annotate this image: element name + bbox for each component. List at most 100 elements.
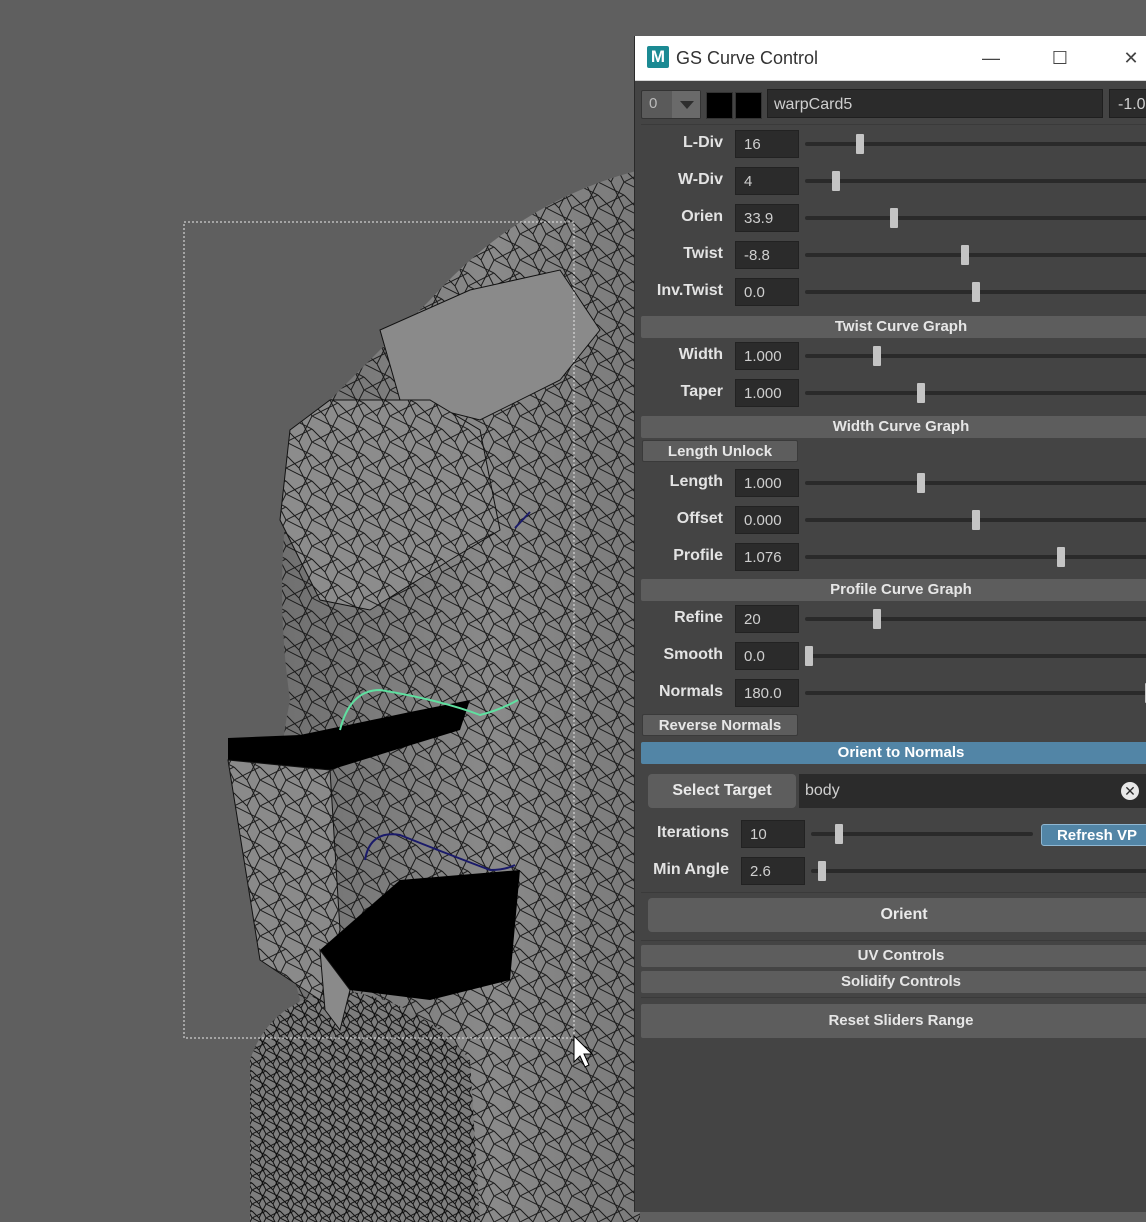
window-title: GS Curve Control [676,48,819,68]
inv-twist-track[interactable] [805,282,1146,302]
profile-label: Profile [673,547,723,564]
orien-slider-handle[interactable] [890,208,898,228]
orient-button[interactable]: Orient [648,898,1146,932]
min-angle-label: Min Angle [653,861,729,878]
gs-curve-control-window: M GS Curve Control — ☐ ✕ 0 warpCard5 -1.… [634,36,1146,1212]
smooth-slider-row: Smooth 0.0 [635,642,1146,672]
length-label: Length [669,473,723,490]
normals-label: Normals [658,683,723,700]
width-slider-handle[interactable] [873,346,881,366]
clear-icon[interactable]: ✕ [1121,782,1139,800]
twist-track[interactable] [805,245,1146,265]
refine-slider-row: Refine 20 [635,605,1146,635]
maximize-icon[interactable]: ☐ [1046,44,1074,72]
curve-extra-field[interactable]: -1.0 [1109,89,1146,118]
orien-label: Orien [681,208,723,225]
width-field[interactable]: 1.000 [735,342,799,370]
profile-slider-handle[interactable] [1056,547,1065,567]
length-track[interactable] [805,473,1146,493]
refine-slider-handle[interactable] [873,609,881,629]
profile-field[interactable]: 1.076 [735,543,799,571]
reverse-normals-button[interactable]: Reverse Normals [642,714,798,736]
min-angle-field[interactable]: 2.6 [741,857,805,885]
taper-label: Taper [680,383,723,400]
orient-to-normals-header[interactable]: Orient to Normals [641,742,1146,764]
title-bar[interactable]: M GS Curve Control — ☐ ✕ [635,36,1146,81]
twist-label: Twist [683,245,723,262]
color-swatch-1[interactable] [706,92,733,119]
w-div-slider-row: W-Div 4 [635,167,1146,197]
solidify-controls-section[interactable]: Solidify Controls [641,971,1146,993]
divider [641,124,1146,125]
length-unlock-button[interactable]: Length Unlock [642,440,798,462]
orien-track[interactable] [805,208,1146,228]
offset-track[interactable] [805,510,1146,530]
inv-twist-field[interactable]: 0.0 [735,278,799,306]
length-slider-handle[interactable] [917,473,926,493]
curve-header-row: 0 warpCard5 -1.0 [641,88,1146,122]
offset-slider-handle[interactable] [971,510,980,530]
iterations-track[interactable] [811,824,1033,844]
length-slider-row: Length 1.000 [635,469,1146,499]
twist-curve-graph-button[interactable]: Twist Curve Graph [641,316,1146,338]
chevron-down-icon [672,91,700,118]
color-swatch-2[interactable] [735,92,762,119]
smooth-field[interactable]: 0.0 [735,642,799,670]
iterations-field[interactable]: 10 [741,820,805,848]
refine-track[interactable] [805,609,1146,629]
taper-slider-handle[interactable] [917,383,926,403]
inv-twist-slider-row: Inv.Twist 0.0 [635,278,1146,308]
taper-track[interactable] [805,383,1146,403]
layer-dropdown[interactable]: 0 [641,90,701,119]
divider [641,997,1146,998]
min-angle-track[interactable] [811,861,1146,881]
width-slider-row: Width 1.000 [635,342,1146,372]
iterations-slider-handle[interactable] [835,824,844,844]
profile-track[interactable] [805,547,1146,567]
smooth-slider-handle[interactable] [805,646,813,666]
width-track[interactable] [805,346,1146,366]
min-angle-slider-row: Min Angle 2.6 [635,857,1146,887]
offset-slider-row: Offset 0.000 [635,506,1146,536]
l-div-slider-handle[interactable] [856,134,864,154]
twist-slider-handle[interactable] [961,245,970,265]
uv-controls-section[interactable]: UV Controls [641,945,1146,967]
min-angle-slider-handle[interactable] [818,861,827,881]
orien-field[interactable]: 33.9 [735,204,799,232]
twist-field[interactable]: -8.8 [735,241,799,269]
w-div-slider-handle[interactable] [832,171,841,191]
minimize-icon[interactable]: — [977,44,1005,72]
w-div-track[interactable] [805,171,1146,191]
profile-slider-row: Profile 1.076 [635,543,1146,573]
width-curve-graph-button[interactable]: Width Curve Graph [641,416,1146,438]
smooth-label: Smooth [663,646,723,663]
inv-twist-label: Inv.Twist [656,282,723,299]
target-field[interactable]: body [799,774,1146,808]
select-target-button[interactable]: Select Target [648,774,796,808]
l-div-label: L-Div [683,134,723,151]
normals-track[interactable] [805,683,1146,703]
offset-field[interactable]: 0.000 [735,506,799,534]
orien-slider-row: Orien 33.9 [635,204,1146,234]
refine-field[interactable]: 20 [735,605,799,633]
close-icon[interactable]: ✕ [1117,44,1145,72]
divider [641,940,1146,941]
curve-name-field[interactable]: warpCard5 [767,89,1103,118]
profile-curve-graph-button[interactable]: Profile Curve Graph [641,579,1146,601]
normals-slider-row: Normals 180.0 [635,679,1146,709]
smooth-track[interactable] [805,646,1146,666]
l-div-slider-row: L-Div 16 [635,130,1146,160]
offset-label: Offset [676,510,723,527]
inv-twist-slider-handle[interactable] [971,282,980,302]
width-label: Width [678,346,723,363]
normals-field[interactable]: 180.0 [735,679,799,707]
w-div-field[interactable]: 4 [735,167,799,195]
l-div-track[interactable] [805,134,1146,154]
layer-dropdown-value: 0 [649,95,658,112]
refresh-vp-button[interactable]: Refresh VP [1041,824,1146,846]
taper-field[interactable]: 1.000 [735,379,799,407]
refine-label: Refine [674,609,723,626]
l-div-field[interactable]: 16 [735,130,799,158]
reset-sliders-range-button[interactable]: Reset Sliders Range [641,1004,1146,1038]
length-field[interactable]: 1.000 [735,469,799,497]
